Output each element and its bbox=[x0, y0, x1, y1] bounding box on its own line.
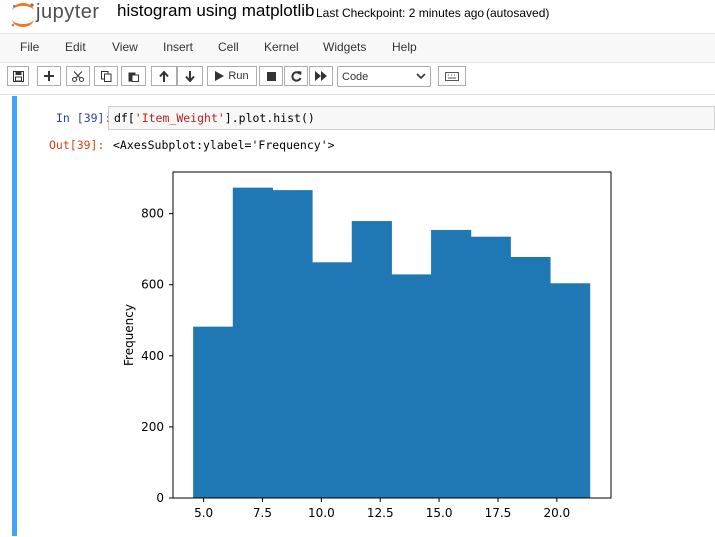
histogram-bar-2 bbox=[272, 190, 313, 498]
histogram-bars bbox=[193, 187, 591, 499]
histogram-bar-0 bbox=[193, 326, 234, 498]
y-tick-label: 600 bbox=[141, 278, 164, 292]
x-tick-label: 10.0 bbox=[308, 506, 335, 520]
x-tick-label: 5.0 bbox=[194, 506, 213, 520]
y-tick-label: 800 bbox=[141, 207, 164, 221]
histogram-bar-4 bbox=[351, 221, 392, 498]
y-tick-label: 0 bbox=[156, 491, 164, 505]
x-tick-label: 12.5 bbox=[367, 506, 394, 520]
histogram-bar-9 bbox=[550, 283, 591, 498]
histogram-bar-6 bbox=[431, 229, 472, 498]
y-axis-label: Frequency bbox=[122, 304, 136, 366]
x-tick-label: 20.0 bbox=[543, 506, 570, 520]
histogram-bar-3 bbox=[312, 262, 353, 498]
y-tick-label: 400 bbox=[141, 349, 164, 363]
histogram-chart: 5.0 7.5 10.0 12.5 15.0 17.5 20.00200400600800 … bbox=[122, 171, 612, 520]
x-tick-label: 17.5 bbox=[485, 506, 512, 520]
histogram-bar-8 bbox=[510, 256, 551, 498]
histogram-bar-5 bbox=[391, 274, 432, 498]
x-tick-label: 7.5 bbox=[253, 506, 272, 520]
histogram-bar-1 bbox=[232, 187, 273, 498]
histogram-bar-7 bbox=[470, 236, 511, 499]
y-tick-label: 200 bbox=[141, 420, 164, 434]
x-tick-label: 15.0 bbox=[426, 506, 453, 520]
